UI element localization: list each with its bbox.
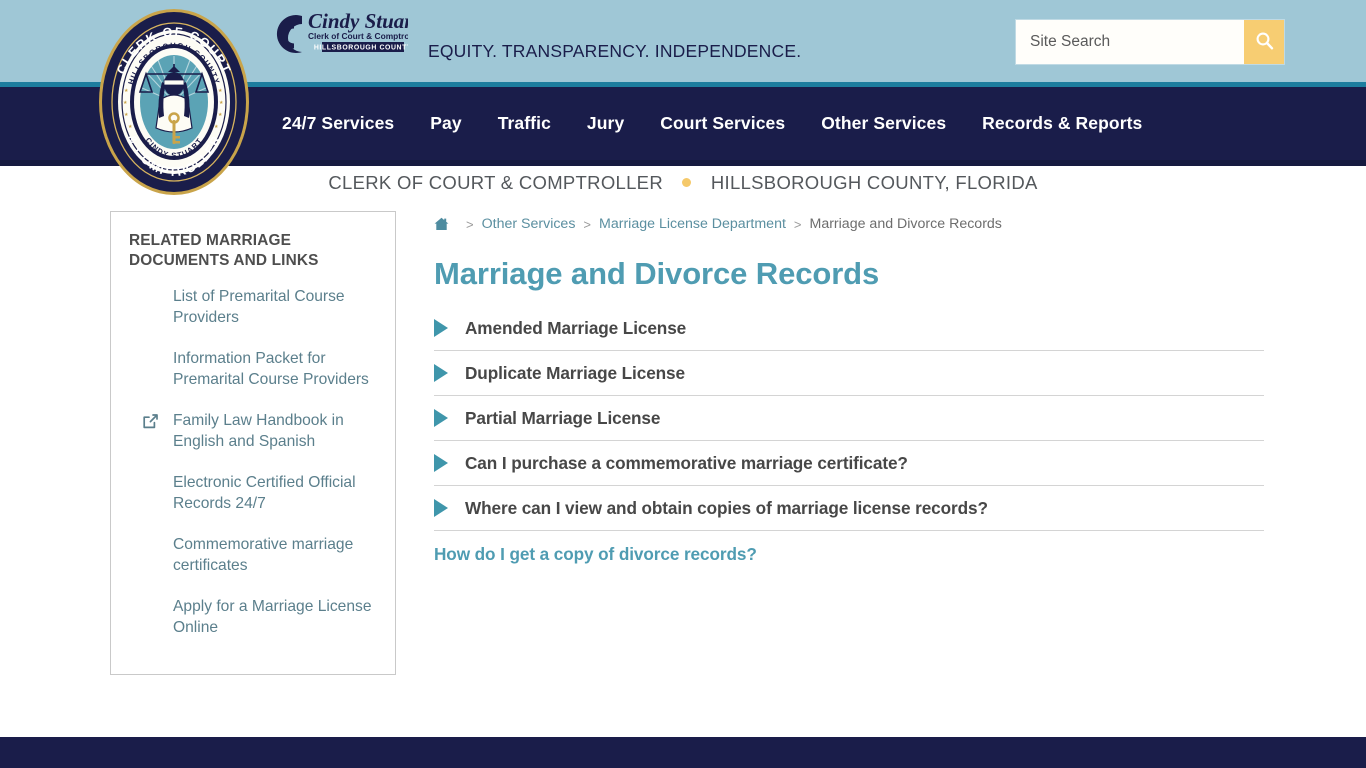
header-tagline: EQUITY. TRANSPARENCY. INDEPENDENCE.	[428, 41, 802, 61]
nav-item-pay[interactable]: Pay	[412, 113, 479, 134]
search-submit-button[interactable]	[1244, 20, 1284, 64]
nav-item-court-services[interactable]: Court Services	[642, 113, 803, 134]
triangle-right-icon	[434, 454, 448, 472]
svg-text:★: ★	[124, 112, 129, 118]
sidebar-link-commemorative-certificates[interactable]: Commemorative marriage certificates	[129, 535, 377, 576]
svg-text:★: ★	[128, 124, 133, 130]
breadcrumb: > Other Services > Marriage License Depa…	[434, 211, 1264, 237]
sidebar-link-apply-marriage-license-online[interactable]: Apply for a Marriage License Online	[129, 597, 377, 638]
sidebar-link-family-law-handbook[interactable]: Family Law Handbook in English and Spani…	[129, 411, 377, 452]
subtitle-left-text: CLERK OF COURT & COMPTROLLER	[328, 172, 663, 193]
related-links-sidebar: RELATED MARRIAGE DOCUMENTS AND LINKS Lis…	[110, 211, 396, 675]
breadcrumb-separator: >	[583, 216, 592, 232]
accordion-item-view-obtain-copies[interactable]: Where can I view and obtain copies of ma…	[434, 486, 1264, 531]
search-icon	[1255, 31, 1274, 53]
logo-county-text: HILLSBOROUGH COUNTY	[314, 45, 408, 52]
subtitle-right-text: HILLSBOROUGH COUNTY, FLORIDA	[710, 172, 1038, 193]
breadcrumb-item-current: Marriage and Divorce Records	[809, 216, 1002, 232]
sidebar-link-label: Apply for a Marriage License Online	[173, 598, 372, 636]
divorce-records-link[interactable]: How do I get a copy of divorce records?	[434, 544, 1264, 565]
triangle-right-icon	[434, 499, 448, 517]
nav-item-traffic[interactable]: Traffic	[480, 113, 569, 134]
accordion-item-label: Where can I view and obtain copies of ma…	[465, 497, 988, 518]
svg-text:★: ★	[214, 124, 219, 130]
accordion-item-label: Amended Marriage License	[465, 317, 687, 338]
cindy-stuart-wordmark-logo[interactable]: Cindy Stuart Clerk of Court & Comptrolle…	[268, 6, 423, 62]
accordion-item-commemorative-certificate[interactable]: Can I purchase a commemorative marriage …	[434, 441, 1264, 486]
breadcrumb-item-marriage-license-department[interactable]: Marriage License Department	[599, 216, 786, 232]
clerk-of-court-seal-logo[interactable]: ★ ★ ★ ★ ★ ★ ★ ★ CLERK OF COURT & COMPTROLLER…	[98, 8, 250, 196]
nav-item-other-services[interactable]: Other Services	[803, 113, 964, 134]
svg-text:★: ★	[218, 88, 223, 94]
accordion-item-label: Partial Marriage License	[465, 407, 661, 428]
site-search[interactable]	[1016, 20, 1284, 64]
accordion-item-partial-marriage-license[interactable]: Partial Marriage License	[434, 396, 1264, 441]
sidebar-link-electronic-certified-records[interactable]: Electronic Certified Official Records 24…	[129, 473, 377, 514]
accordion-list: Amended Marriage License Duplicate Marri…	[434, 306, 1264, 531]
breadcrumb-separator: >	[793, 216, 802, 232]
accordion-item-label: Duplicate Marriage License	[465, 362, 685, 383]
footer-band	[0, 737, 1366, 768]
sidebar-link-label: Electronic Certified Official Records 24…	[173, 474, 356, 512]
svg-text:★: ★	[219, 100, 224, 106]
sidebar-link-information-packet[interactable]: Information Packet for Premarital Course…	[129, 349, 377, 390]
nav-item-247-services[interactable]: 24/7 Services	[282, 113, 412, 134]
main-content: > Other Services > Marriage License Depa…	[434, 211, 1264, 565]
breadcrumb-separator: >	[466, 216, 474, 232]
home-icon[interactable]	[434, 217, 449, 231]
subtitle-dot-icon	[682, 178, 692, 188]
search-input[interactable]	[1016, 20, 1244, 64]
sidebar-link-label: Family Law Handbook in English and Spani…	[173, 412, 344, 450]
nav-item-jury[interactable]: Jury	[569, 113, 642, 134]
breadcrumb-item-other-services[interactable]: Other Services	[482, 216, 576, 232]
svg-text:★: ★	[123, 100, 128, 106]
page-title: Marriage and Divorce Records	[434, 256, 880, 291]
triangle-right-icon	[434, 319, 448, 337]
sidebar-link-label: Commemorative marriage certificates	[173, 536, 354, 574]
external-link-icon	[142, 413, 159, 430]
sidebar-link-label: List of Premarital Course Providers	[173, 288, 345, 326]
svg-text:★: ★	[124, 88, 129, 94]
triangle-right-icon	[434, 364, 448, 382]
logo-name-text: Cindy Stuart	[308, 9, 408, 33]
logo-subtitle-text: Clerk of Court & Comptroller	[308, 31, 408, 41]
sidebar-link-premarital-course-providers[interactable]: List of Premarital Course Providers	[129, 287, 377, 328]
primary-navigation: 24/7 Services Pay Traffic Jury Court Ser…	[282, 87, 1160, 160]
accordion-item-duplicate-marriage-license[interactable]: Duplicate Marriage License	[434, 351, 1264, 396]
svg-text:★: ★	[218, 112, 223, 118]
triangle-right-icon	[434, 409, 448, 427]
nav-item-records-reports[interactable]: Records & Reports	[964, 113, 1160, 134]
sidebar-link-label: Information Packet for Premarital Course…	[173, 350, 369, 388]
accordion-item-amended-marriage-license[interactable]: Amended Marriage License	[434, 306, 1264, 351]
sidebar-title: RELATED MARRIAGE DOCUMENTS AND LINKS	[129, 232, 319, 269]
accordion-item-label: Can I purchase a commemorative marriage …	[465, 452, 908, 473]
